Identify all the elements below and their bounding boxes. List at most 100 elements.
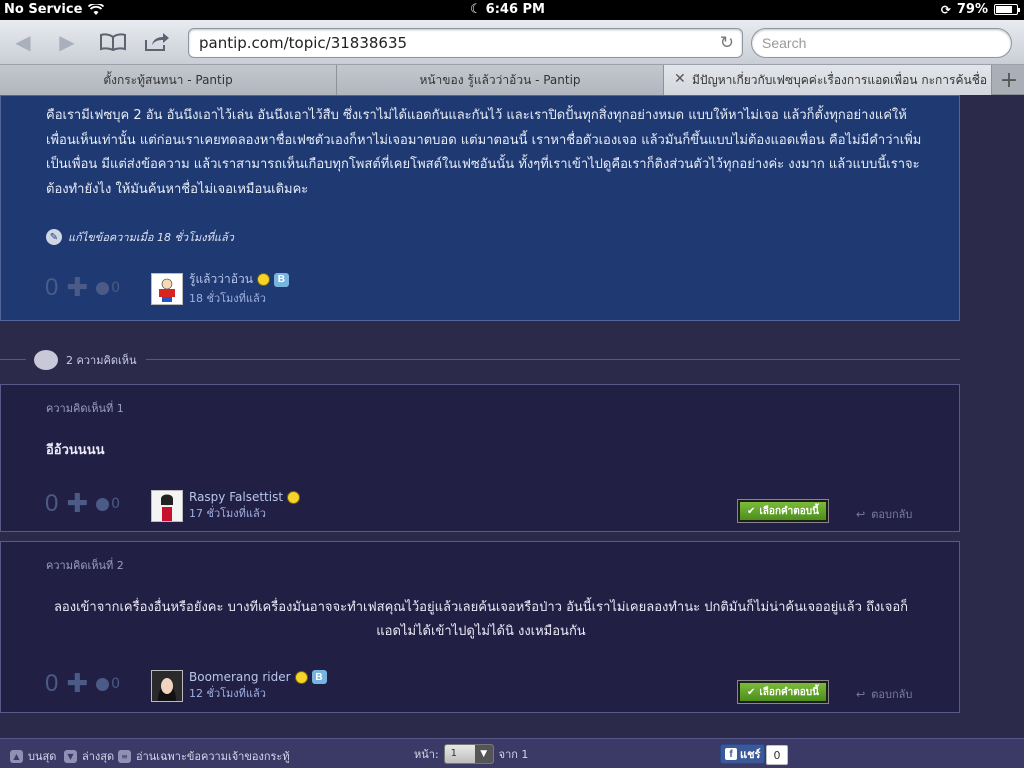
comments-divider: 2 ความคิดเห็น [0,344,960,374]
smiley-icon [294,670,308,684]
owner-only-label: อ่านเฉพาะข้อความเจ้าของกระทู้ [136,750,290,763]
address-bar[interactable]: pantip.com/topic/31838635 ↻ [188,28,743,58]
reply-label: ตอบกลับ [871,688,913,701]
comment-author: Boomerang rider B 12 ชั่วโมงที่แล้ว [151,670,327,702]
blog-badge-icon[interactable]: B [311,670,327,684]
tab-create-topic[interactable]: ตั้งกระทู้สนทนา - Pantip [0,65,337,95]
carrier-label: No Service [4,2,83,17]
reply-button[interactable]: ↩ ตอบกลับ [856,505,912,523]
wifi-icon [88,3,105,15]
go-top-label: บนสุด [28,750,57,763]
tab-label: มีปัญหาเกี่ยวกับเฟซบุคค่ะเรื่องการแอดเพื… [692,72,992,87]
back-icon[interactable]: ◀ [8,28,38,56]
comment-number: ความคิดเห็นที่ 1 [46,402,124,415]
author-name[interactable]: Raspy Falsettist [189,490,283,504]
pagination: หน้า: 1 ▼ จาก 1 [414,744,528,764]
comment-text: อีอ้วนนนน [46,443,105,458]
search-input[interactable]: Search [751,28,1012,58]
tab-bar: ตั้งกระทู้สนทนา - Pantip หน้าของ รู้แล้ว… [0,65,1024,95]
go-bottom-button[interactable]: ▼ ล่างสุด [64,747,114,765]
go-top-button[interactable]: ▲ บนสุด [10,747,56,765]
page-value: 1 [450,748,458,759]
vote-count: 0 [45,274,59,301]
arrow-up-icon: ▲ [10,749,23,763]
rotation-lock-icon: ⟳ [940,2,951,17]
comment-vote: 0 ✚ 0 [45,670,120,698]
smiley-icon [287,490,301,504]
author-name[interactable]: Boomerang rider [189,670,291,684]
emotion-icon [96,677,110,691]
avatar[interactable] [151,490,183,522]
dropdown-arrow-icon: ▼ [474,745,493,763]
edited-text: แก้ไขข้อความเมื่อ 18 ชั่วโมงที่แล้ว [68,231,234,244]
status-bar: No Service ☾ 6:46 PM ⟳ 79% [0,0,1024,20]
tab-current-topic[interactable]: ✕ มีปัญหาเกี่ยวกับเฟซบุคค่ะเรื่องการแอดเ… [664,65,992,95]
close-tab-icon[interactable]: ✕ [674,71,686,87]
arrow-down-icon: ▼ [64,749,77,763]
select-answer-label: เลือกคำตอบนี้ [759,505,819,517]
comment-count: 2 ความคิดเห็น [66,354,137,367]
comment-1: ความคิดเห็นที่ 1 อีอ้วนนนน 0 ✚ 0 Raspy F… [0,384,960,532]
comment-time: 12 ชั่วโมงที่แล้ว [189,687,266,700]
new-tab-icon[interactable]: + [994,65,1024,95]
comment-bubble-icon [34,350,58,370]
facebook-icon: f [725,748,737,760]
emotion-count[interactable]: 0 [96,496,120,512]
check-icon: ✔ [747,505,756,517]
avatar[interactable] [151,272,183,305]
edit-clock-icon: ✎ [46,229,62,245]
blog-badge-icon[interactable]: B [273,272,289,287]
select-answer-button[interactable]: ✔ เลือกคำตอบนี้ [737,499,829,523]
browser-toolbar: ◀ ▶ pantip.com/topic/31838635 ↻ Search [0,20,1024,65]
owner-only-button[interactable]: ≡ อ่านเฉพาะข้อความเจ้าของกระทู้ [118,747,290,765]
page-label: หน้า: [414,748,439,761]
emotion-icon [96,497,110,511]
vote-count: 0 [45,490,59,517]
reply-arrow-icon: ↩ [856,687,866,701]
reply-arrow-icon: ↩ [856,507,866,521]
share-label: แชร์ [740,748,761,761]
reply-button[interactable]: ↩ ตอบกลับ [856,685,912,703]
emotion-number: 0 [111,496,121,512]
page-select[interactable]: 1 ▼ [443,744,494,764]
share-icon[interactable] [142,28,172,56]
tab-label: หน้าของ รู้แล้วว่าอ้วน - Pantip [419,72,581,87]
emotion-count[interactable]: 0 [96,676,120,692]
post-time: 18 ชั่วโมงที่แล้ว [189,292,266,305]
comment-author: Raspy Falsettist 17 ชั่วโมงที่แล้ว [151,490,301,522]
comment-text: ลองเข้าจากเครื่องอื่นหรือยังคะ บางทีเครื… [53,600,909,639]
avatar[interactable] [151,670,183,702]
bottom-bar: ▲ บนสุด ▼ ล่างสุด ≡ อ่านเฉพาะข้อความเจ้า… [0,738,1024,768]
document-icon: ≡ [118,749,131,763]
go-bottom-label: ล่างสุด [82,750,115,763]
emotion-count[interactable]: 0 [96,280,120,296]
share-count: 0 [766,745,788,765]
plus-vote-icon[interactable]: ✚ [66,671,88,697]
battery-percent: 79% [956,2,988,17]
emotion-icon [96,281,110,295]
tab-label: ตั้งกระทู้สนทนา - Pantip [103,72,233,87]
battery-icon [994,4,1020,15]
moon-icon: ☾ [470,2,482,17]
plus-vote-icon[interactable]: ✚ [66,491,88,517]
facebook-share-button[interactable]: f แชร์ [720,744,766,764]
comment-number: ความคิดเห็นที่ 2 [46,559,124,572]
bookmarks-icon[interactable] [98,28,128,56]
select-answer-button[interactable]: ✔ เลือกคำตอบนี้ [737,680,829,704]
url-text: pantip.com/topic/31838635 [199,34,408,52]
forward-icon[interactable]: ▶ [52,28,82,56]
reply-label: ตอบกลับ [871,508,913,521]
comment-vote: 0 ✚ 0 [45,490,120,518]
check-icon: ✔ [747,686,756,698]
plus-vote-icon[interactable]: ✚ [66,275,88,301]
reload-icon[interactable]: ↻ [720,33,734,53]
edited-note: ✎ แก้ไขข้อความเมื่อ 18 ชั่วโมงที่แล้ว [46,228,234,246]
tab-profile[interactable]: หน้าของ รู้แล้วว่าอ้วน - Pantip [337,65,664,95]
author-name[interactable]: รู้แล้วว่าอ้วน [189,270,253,289]
select-answer-label: เลือกคำตอบนี้ [759,686,819,698]
post-vote: 0 ✚ 0 [45,274,120,302]
emotion-number: 0 [111,280,121,296]
smiley-icon [256,273,270,286]
emotion-number: 0 [111,676,121,692]
vote-count: 0 [45,670,59,697]
